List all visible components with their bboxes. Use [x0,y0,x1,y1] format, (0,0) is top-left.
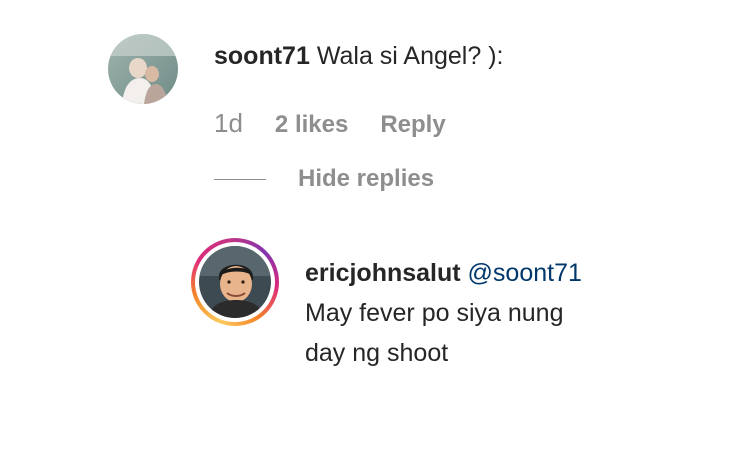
hide-replies-divider [214,178,266,180]
likes-count-button[interactable]: 2 likes [275,111,348,139]
hide-replies-label: Hide replies [298,165,435,192]
reply-text-line-1: May fever po siya nung [305,299,564,327]
comment-timestamp[interactable]: 1d [214,108,243,139]
reply-button[interactable]: Reply [380,111,445,139]
reply-username[interactable]: ericjohnsalut [305,259,461,287]
parent-avatar[interactable] [108,34,178,104]
reply-mention-link[interactable]: @soont71 [468,259,582,287]
parent-comment-text: Wala si Angel? ): [316,42,504,70]
reply-text-line-2: day ng shoot [305,339,449,367]
parent-meta-row: 1d 2 likes Reply [214,108,478,144]
reply-avatar[interactable] [199,246,271,318]
parent-comment-line: soont71 Wala si Angel? ): [214,40,503,72]
hide-replies-button[interactable]: Hide replies [214,163,434,195]
parent-username[interactable]: soont71 [214,42,310,70]
reply-comment: ericjohnsalut @soont71 May fever po siya… [305,253,665,373]
